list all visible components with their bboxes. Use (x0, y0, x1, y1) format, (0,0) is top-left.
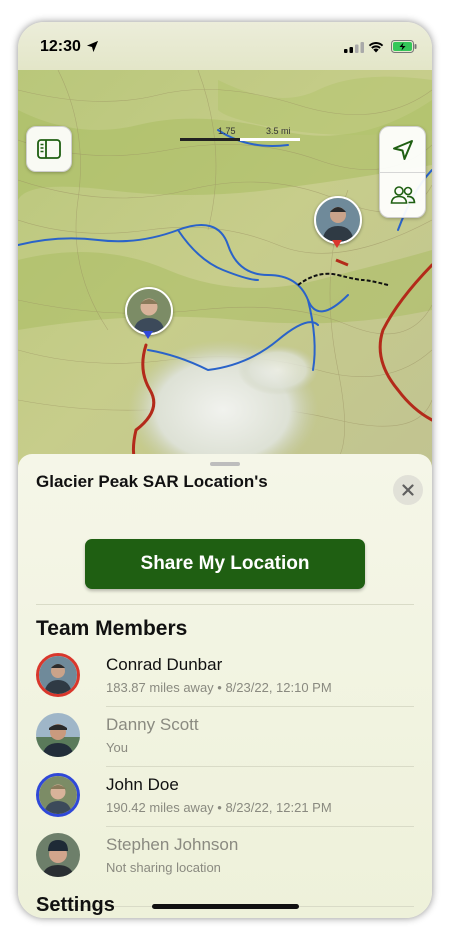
avatar (125, 287, 173, 335)
team-members-heading: Team Members (36, 617, 188, 640)
pin-pointer-icon (332, 240, 342, 248)
member-name: Conrad Dunbar (106, 655, 223, 674)
pin-pointer-icon (143, 331, 153, 339)
avatar (36, 713, 80, 757)
team-members-button[interactable] (380, 172, 425, 217)
member-name: John Doe (106, 775, 179, 794)
share-my-location-button[interactable]: Share My Location (85, 539, 365, 589)
sheet-title: Glacier Peak SAR Location's (36, 472, 268, 491)
wifi-icon (368, 42, 384, 53)
scale-label-mid: 1.75 (218, 126, 236, 136)
status-time: 12:30 (40, 38, 81, 55)
scale-bar-segment (240, 138, 300, 141)
location-arrow-icon (392, 139, 413, 160)
member-detail: 183.87 miles away • 8/23/22, 12:10 PM (106, 680, 332, 695)
phone-screen: 12:30 1.75 3.5 mi Glacier Peak SAR Locat… (18, 22, 432, 918)
list-item-stephen-johnson[interactable]: Stephen Johnson Not sharing location (18, 827, 432, 887)
member-name: Danny Scott (106, 715, 199, 734)
avatar (36, 653, 80, 697)
scale-label-end: 3.5 mi (266, 126, 291, 136)
topo-map[interactable]: 1.75 3.5 mi (18, 70, 432, 470)
member-name: Stephen Johnson (106, 835, 239, 854)
home-indicator[interactable] (152, 904, 299, 909)
list-item-danny-scott[interactable]: Danny Scott You (18, 707, 432, 767)
list-item-conrad-dunbar[interactable]: Conrad Dunbar 183.87 miles away • 8/23/2… (18, 647, 432, 707)
battery-charging-icon (391, 40, 417, 53)
settings-heading: Settings (36, 894, 115, 916)
member-detail: You (106, 740, 128, 755)
status-bar: 12:30 (18, 22, 432, 70)
people-icon (390, 186, 415, 204)
avatar (36, 773, 80, 817)
avatar (36, 833, 80, 877)
list-item-john-doe[interactable]: John Doe 190.42 miles away • 8/23/22, 12… (18, 767, 432, 827)
sheet-grabber[interactable] (210, 462, 240, 466)
location-arrow-icon (86, 40, 99, 53)
member-detail: Not sharing location (106, 860, 221, 875)
divider (36, 604, 414, 605)
cellular-signal-icon (344, 42, 364, 53)
locate-me-button[interactable] (380, 127, 425, 172)
map-scale: 1.75 3.5 mi (180, 126, 310, 146)
member-detail: 190.42 miles away • 8/23/22, 12:21 PM (106, 800, 332, 815)
sidebar-toggle-button[interactable] (26, 126, 72, 172)
map-controls (379, 126, 426, 218)
map-pin-conrad-dunbar[interactable] (314, 196, 362, 248)
close-icon (402, 484, 414, 496)
sidebar-toggle-icon (37, 139, 61, 159)
close-button[interactable] (393, 475, 423, 505)
map-pin-john-doe[interactable] (125, 287, 173, 339)
avatar (314, 196, 362, 244)
bottom-sheet: Glacier Peak SAR Location's Share My Loc… (18, 454, 432, 918)
